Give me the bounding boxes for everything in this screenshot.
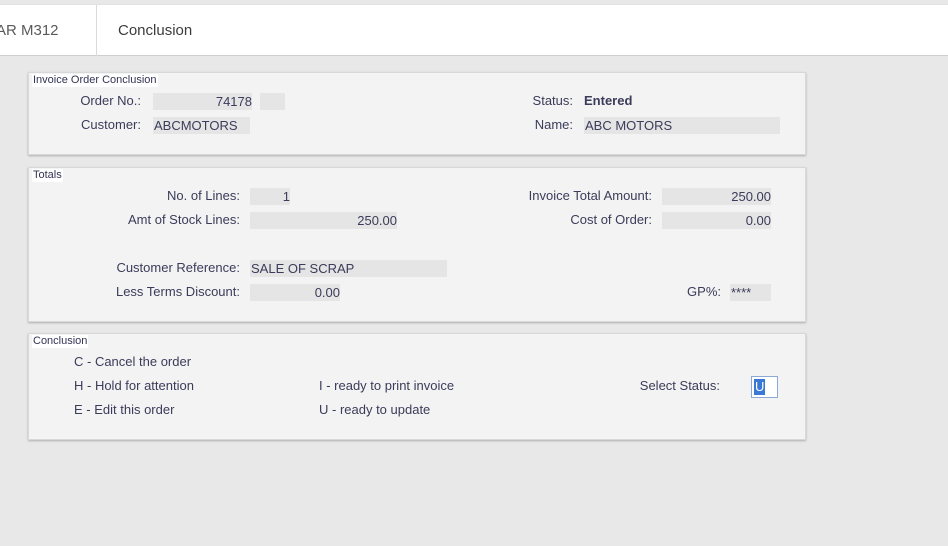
conclusion-panel-legend: Conclusion (32, 335, 89, 348)
order-panel-legend: Invoice Order Conclusion (32, 74, 158, 87)
select-status-value: U (754, 379, 766, 395)
cost-of-order-field: 0.00 (662, 212, 771, 229)
stock-lines-label: Amt of Stock Lines: (128, 212, 240, 227)
terms-discount-label: Less Terms Discount: (115, 284, 240, 299)
gp-label: GP%: (687, 284, 721, 299)
option-update: U - ready to update (319, 402, 431, 417)
conclusion-panel: Conclusion C - Cancel the order H - Hold… (28, 333, 806, 440)
customer-field: ABCMOTORS (153, 117, 250, 134)
lines-label: No. of Lines: (167, 188, 240, 203)
customer-reference-label: Customer Reference: (116, 260, 240, 275)
order-no-label: Order No.: (80, 93, 141, 108)
name-label: Name: (534, 117, 573, 132)
customer-reference-field: SALE OF SCRAP (250, 260, 447, 277)
invoice-total-field: 250.00 (662, 188, 771, 205)
name-field: ABC MOTORS (584, 117, 780, 134)
totals-panel: Totals No. of Lines: 1 Amt of Stock Line… (28, 167, 806, 322)
option-print-invoice: I - ready to print invoice (319, 378, 455, 393)
order-no-field: 74178 (153, 93, 252, 110)
lines-field: 1 (250, 188, 290, 205)
order-suffix-field (260, 93, 285, 110)
program-code: AR M312 (0, 5, 97, 56)
top-bar: AR M312 Conclusion (0, 4, 948, 56)
customer-label: Customer: (81, 117, 141, 132)
totals-panel-legend: Totals (32, 169, 63, 182)
option-edit: E - Edit this order (74, 402, 175, 417)
terms-discount-field: 0.00 (250, 284, 340, 301)
option-cancel: C - Cancel the order (74, 354, 192, 369)
option-hold: H - Hold for attention (74, 378, 194, 393)
cost-of-order-label: Cost of Order: (570, 212, 652, 227)
select-status-label: Select Status: (639, 378, 720, 393)
status-value: Entered (584, 93, 633, 108)
status-label: Status: (532, 93, 573, 108)
invoice-total-label: Invoice Total Amount: (528, 188, 652, 203)
stock-lines-field: 250.00 (250, 212, 397, 229)
page-title: Conclusion (118, 22, 193, 39)
order-panel: Invoice Order Conclusion Order No.: 7417… (28, 72, 806, 155)
gp-field: **** (730, 284, 771, 301)
select-status-input[interactable]: U (751, 376, 778, 398)
